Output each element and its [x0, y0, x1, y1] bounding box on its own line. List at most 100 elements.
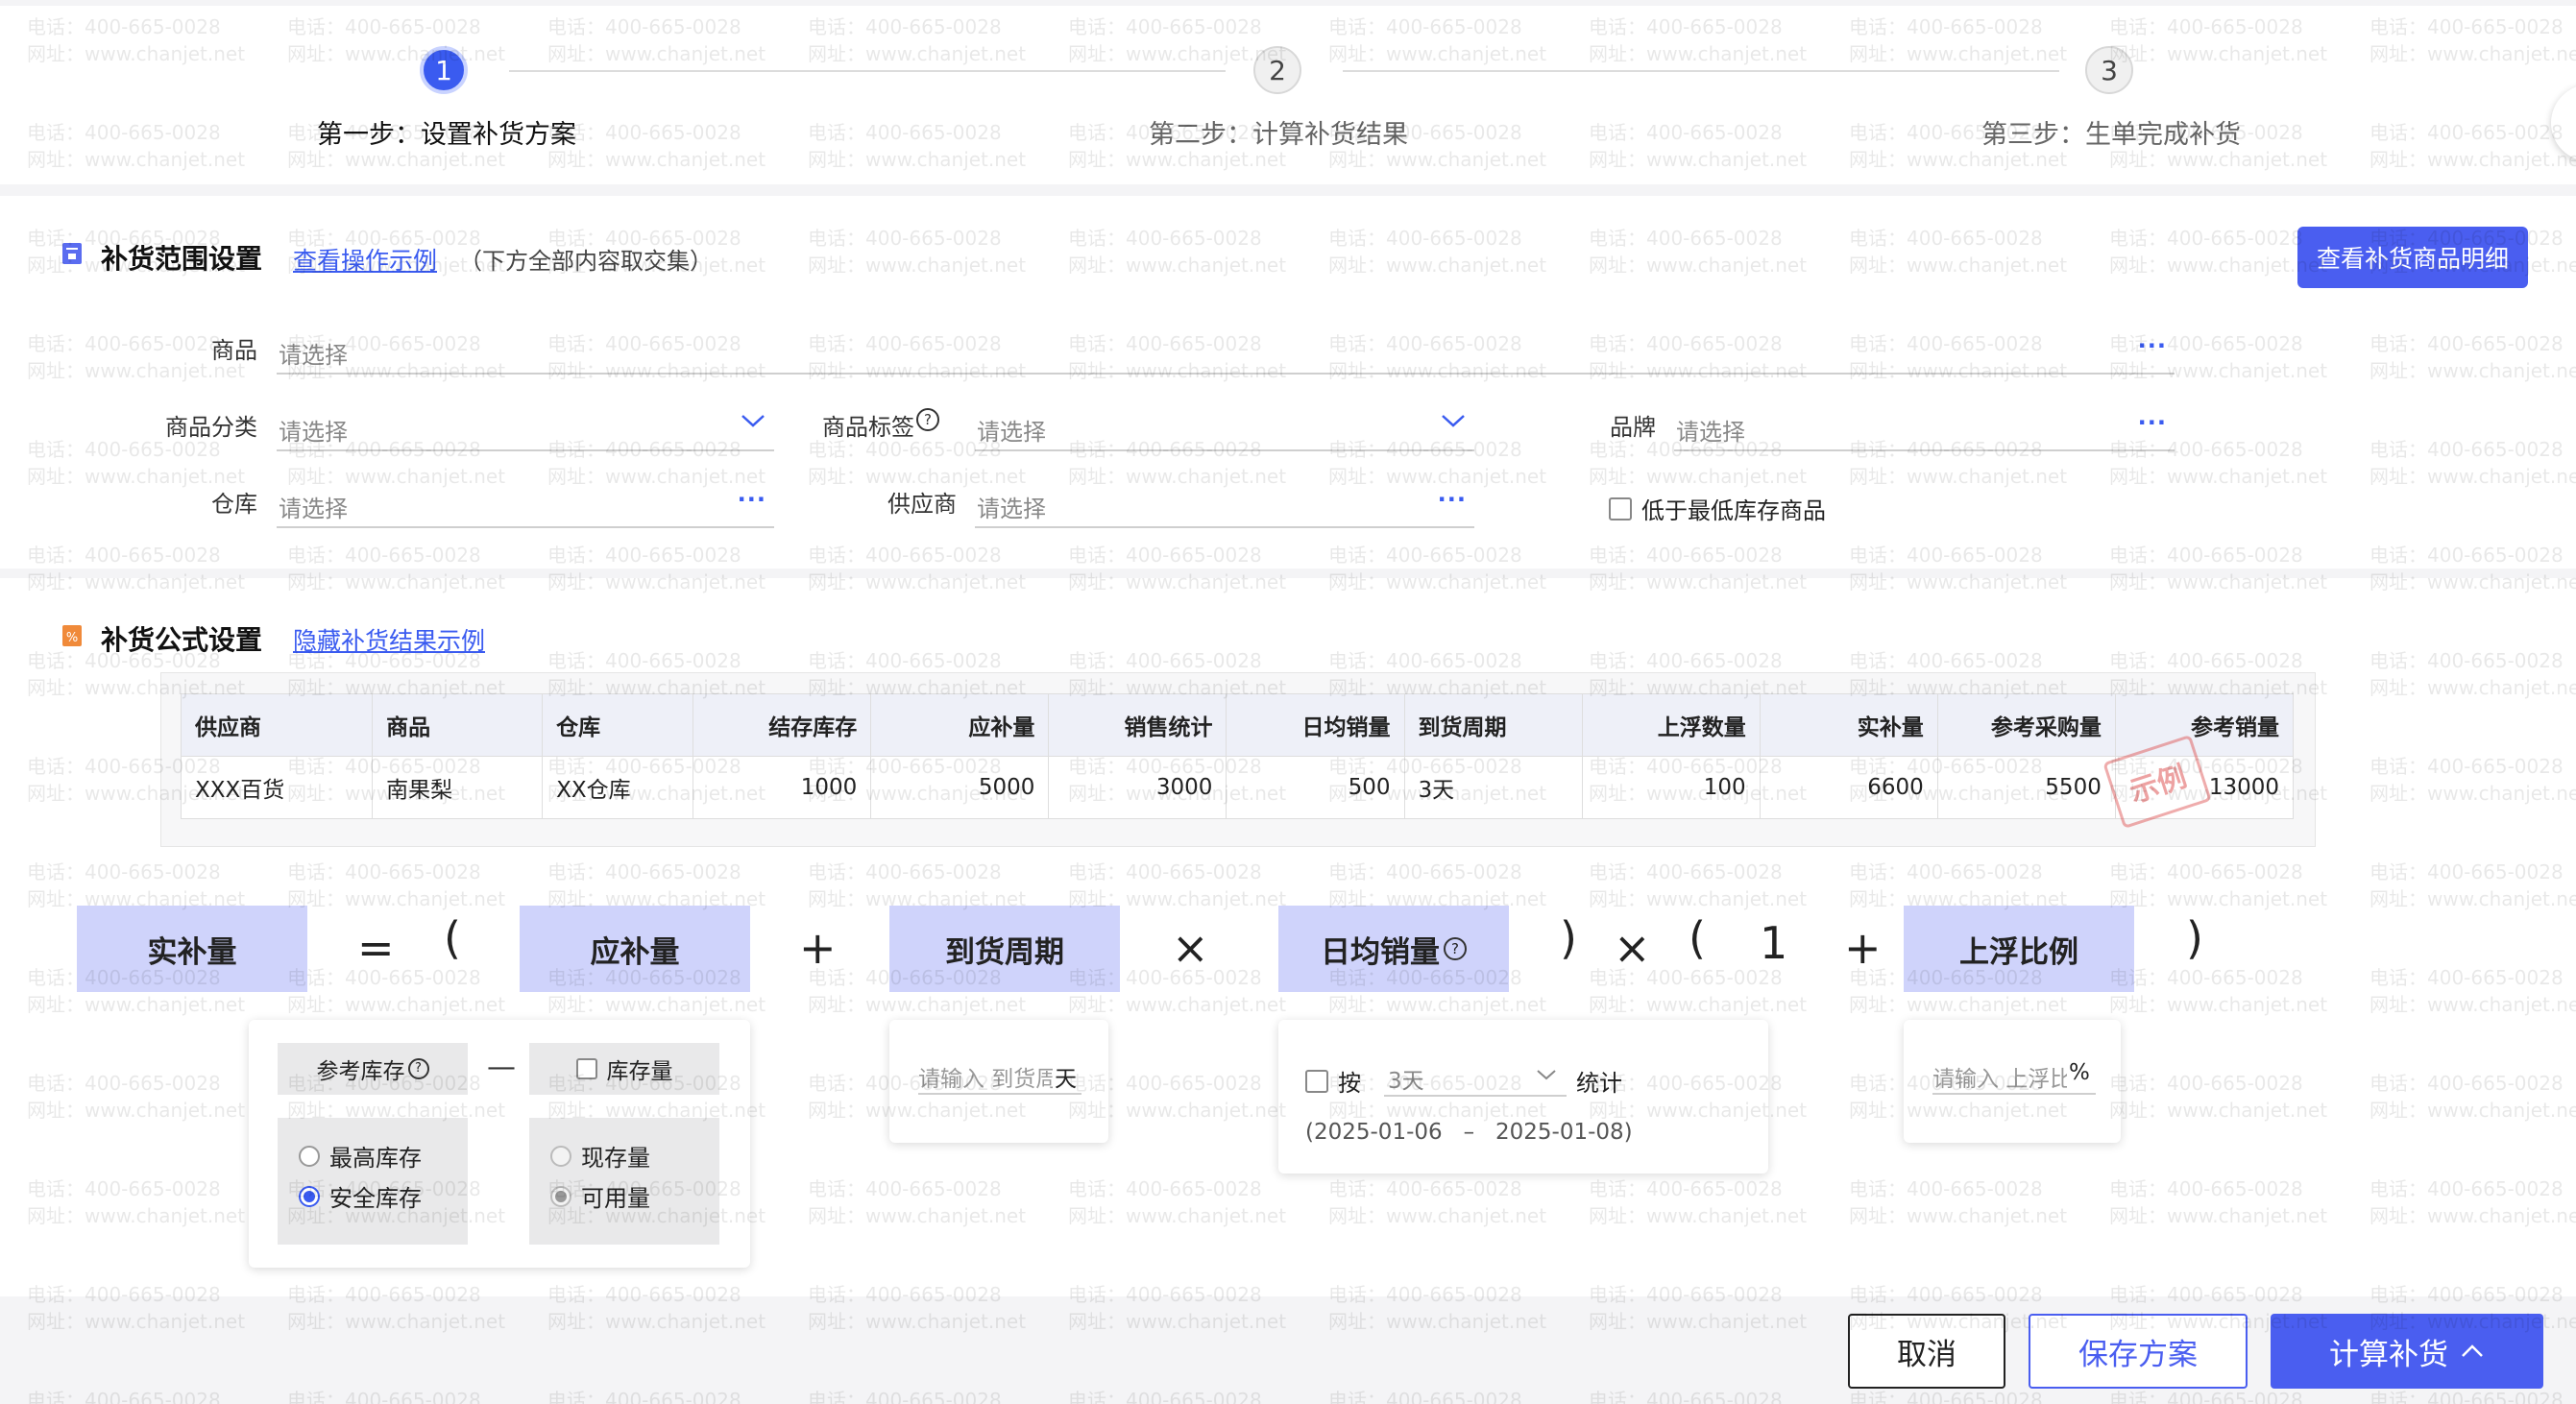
days-value: 3天	[1388, 1069, 1424, 1094]
supplier-label: 供应商	[887, 491, 957, 518]
cell-ref-purchase: 5500	[1936, 756, 2116, 819]
by-days-option[interactable]: 按	[1305, 1064, 1361, 1098]
help-icon[interactable]: ?	[1444, 937, 1467, 960]
stock-qty-header[interactable]: 库存量	[529, 1043, 719, 1095]
supplier-placeholder: 请选择	[977, 496, 1046, 522]
stock-qty-label: 库存量	[606, 1059, 673, 1084]
arrival-period-input[interactable]: 请输入 到货周期 天	[918, 1054, 1081, 1095]
float-ratio-input[interactable]: 请输入 上浮比例 %	[1932, 1054, 2096, 1095]
days-select[interactable]: 3天	[1384, 1056, 1567, 1097]
daily-sales-card: 按 3天 统计 (2025-01-06 – 2025-01-08)	[1278, 1020, 1768, 1174]
save-plan-button[interactable]: 保存方案	[2029, 1314, 2248, 1389]
help-icon[interactable]: ?	[916, 408, 939, 431]
arrival-period-card: 请输入 到货周期 天	[889, 1020, 1108, 1143]
cell-daily-sales: 500	[1226, 756, 1405, 819]
max-stock-radio[interactable]	[299, 1145, 320, 1167]
by-days-checkbox[interactable]	[1305, 1069, 1328, 1093]
goods-select[interactable]: 请选择 ···	[277, 330, 2175, 375]
col-ref-purchase: 参考采购量	[1936, 693, 2116, 757]
watermark-text: 电话：400-665-0028 网址：www.chanjet.net	[1849, 1389, 2043, 1404]
warehouse-select[interactable]: 请选择 ···	[277, 484, 774, 528]
formula-section-title: 补货公式设置	[101, 624, 263, 656]
should-replenish-box[interactable]: 应补量	[520, 906, 750, 992]
float-ratio-unit: %	[2069, 1060, 2090, 1085]
col-daily-sales: 日均销量	[1226, 693, 1405, 757]
more-icon[interactable]: ···	[2138, 409, 2167, 436]
safe-stock-option[interactable]: 安全库存	[299, 1179, 422, 1213]
right-paren: )	[1560, 912, 1577, 964]
chevron-down-icon[interactable]	[1440, 411, 1467, 430]
col-arrival-period: 到货周期	[1403, 693, 1583, 757]
arrival-period-unit: 天	[1055, 1067, 1077, 1092]
range-section-title: 补货范围设置	[101, 243, 263, 275]
low-stock-option[interactable]: 低于最低库存商品	[1609, 492, 1826, 525]
watermark-text: 电话：400-665-0028 网址：www.chanjet.net	[1589, 1389, 1783, 1404]
watermark-text: 电话：400-665-0028 网址：www.chanjet.net	[808, 1389, 1002, 1404]
should-replenish-card: 参考库存? — 库存量 最高库存 安全库存 现存量 可用量	[249, 1020, 750, 1268]
tag-label-text: 商品标签	[822, 414, 914, 441]
hide-example-link[interactable]: 隐藏补货结果示例	[293, 622, 485, 657]
brand-label: 品牌	[1610, 414, 1656, 441]
float-ratio-placeholder: 请输入 上浮比例	[1932, 1067, 2067, 1092]
step-1-number: 1	[435, 54, 452, 86]
step-3-number: 3	[2101, 54, 2118, 86]
watermark-text: 电话：400-665-0028 网址：www.chanjet.net	[27, 1389, 221, 1404]
chevron-down-icon[interactable]	[1536, 1068, 1557, 1081]
supplier-select[interactable]: 请选择 ···	[975, 484, 1474, 528]
one-constant: 1	[1760, 917, 1788, 969]
safe-stock-label: 安全库存	[329, 1185, 422, 1212]
category-select[interactable]: 请选择	[277, 407, 774, 451]
view-detail-button[interactable]: 查看补货商品明细	[2297, 227, 2528, 288]
brand-placeholder: 请选择	[1676, 419, 1745, 446]
view-example-link[interactable]: 查看操作示例	[293, 242, 437, 277]
chevron-down-icon[interactable]	[740, 411, 766, 430]
by-label: 按	[1338, 1070, 1361, 1097]
daily-sales-label: 日均销量	[1321, 934, 1440, 970]
more-icon[interactable]: ···	[2138, 332, 2167, 359]
cancel-button[interactable]: 取消	[1848, 1314, 2005, 1389]
current-stock-option[interactable]: 现存量	[550, 1139, 650, 1173]
ref-stock-label: 参考库存	[316, 1059, 405, 1084]
available-radio[interactable]	[550, 1185, 571, 1207]
step-line-1	[509, 70, 1226, 72]
brand-select[interactable]: 请选择 ···	[1674, 407, 2175, 451]
intersection-hint: （下方全部内容取交集）	[459, 248, 713, 275]
more-icon[interactable]: ···	[1438, 486, 1467, 513]
watermark-text: 电话：400-665-0028 网址：www.chanjet.net	[287, 1389, 481, 1404]
left-paren: (	[444, 912, 461, 964]
stock-qty-checkbox[interactable]	[575, 1058, 597, 1079]
calculate-button[interactable]: 计算补货	[2271, 1314, 2543, 1389]
float-ratio-box[interactable]: 上浮比例	[1904, 906, 2134, 992]
actual-replenish-box: 实补量	[77, 906, 307, 992]
safe-stock-radio[interactable]	[299, 1185, 320, 1207]
arrival-period-box[interactable]: 到货周期	[889, 906, 1120, 992]
col-ref-sales: 参考销量	[2114, 693, 2295, 757]
watermark-text: 电话：400-665-0028 网址：www.chanjet.net	[2369, 1389, 2564, 1404]
category-placeholder: 请选择	[279, 419, 348, 446]
left-paren: (	[1689, 912, 1706, 964]
current-stock-radio[interactable]	[550, 1145, 571, 1167]
cell-sales-stat: 3000	[1048, 756, 1227, 819]
help-icon[interactable]: ?	[407, 1058, 429, 1079]
step-1-circle: 1	[420, 46, 468, 94]
plus-sign: +	[799, 922, 837, 974]
step-3-label: 第三步：生单完成补货	[1981, 120, 2241, 150]
chevron-up-icon[interactable]	[2460, 1343, 2485, 1360]
goods-placeholder: 请选择	[279, 342, 348, 369]
step-2-label: 第二步：计算补货结果	[1149, 120, 1408, 150]
formula-section-icon: %	[61, 624, 83, 647]
plus-sign: +	[1844, 922, 1882, 974]
available-option[interactable]: 可用量	[550, 1179, 650, 1213]
warehouse-label: 仓库	[211, 491, 257, 518]
cell-warehouse: XX仓库	[542, 756, 694, 819]
step-2-circle: 2	[1253, 46, 1301, 94]
arrival-period-placeholder: 请输入 到货周期	[918, 1067, 1053, 1092]
more-icon[interactable]: ···	[738, 486, 766, 513]
tag-select[interactable]: 请选择	[975, 407, 1474, 451]
max-stock-option[interactable]: 最高库存	[299, 1139, 422, 1173]
cell-should-replenish: 5000	[870, 756, 1050, 819]
daily-sales-box[interactable]: 日均销量?	[1278, 906, 1509, 992]
col-ending-stock: 结存库存	[693, 693, 872, 757]
goods-label: 商品	[211, 337, 257, 364]
low-stock-checkbox[interactable]	[1609, 496, 1632, 520]
